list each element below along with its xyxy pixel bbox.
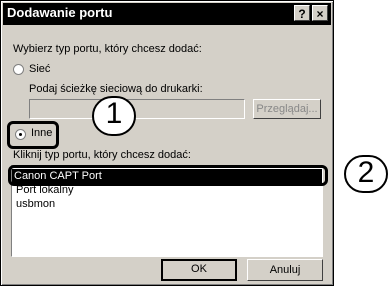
- browse-button[interactable]: Przeglądaj...: [253, 99, 321, 119]
- network-label: Sieć: [29, 63, 51, 75]
- close-button[interactable]: ×: [312, 5, 328, 21]
- callout-one: 1: [92, 96, 136, 136]
- other-option-highlight: [7, 121, 59, 149]
- list-item-highlight: [8, 165, 328, 186]
- help-button[interactable]: ?: [294, 5, 310, 21]
- network-path-input[interactable]: [29, 99, 245, 119]
- title-bar: Dodawanie portu ? ×: [3, 3, 331, 25]
- ok-button[interactable]: OK: [161, 259, 237, 281]
- cancel-button[interactable]: Anuluj: [247, 259, 323, 281]
- port-type-prompt: Wybierz typ portu, który chcesz dodać:: [13, 43, 202, 55]
- network-path-label: Podaj ścieżkę sieciową do drukarki:: [29, 83, 203, 95]
- callout-two: 2: [344, 155, 388, 193]
- network-radio[interactable]: [13, 64, 24, 75]
- other-port-prompt: Kliknij typ portu, który chcesz dodać:: [13, 149, 191, 161]
- dialog-title: Dodawanie portu: [7, 5, 113, 20]
- list-item[interactable]: usbmon: [14, 197, 55, 211]
